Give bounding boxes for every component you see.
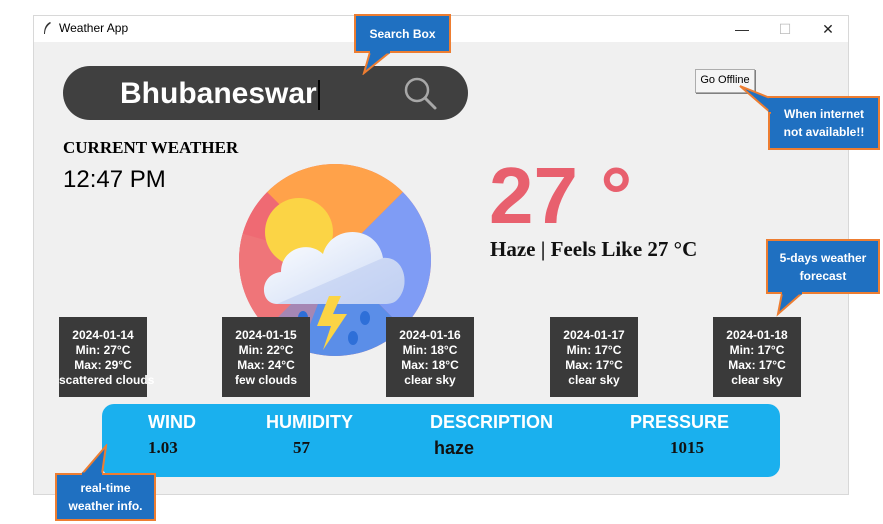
window-title: Weather App bbox=[59, 21, 129, 35]
feather-icon bbox=[44, 22, 51, 34]
description-value: haze bbox=[434, 438, 475, 458]
weather-info-bar: WIND 1.03 HUMIDITY 57 DESCRIPTION haze P… bbox=[102, 404, 780, 477]
callout-text: real-time bbox=[80, 481, 131, 495]
condition-text: Haze | Feels Like 27 °C bbox=[490, 237, 698, 261]
forecast-max: Max: 29°C bbox=[74, 358, 132, 372]
forecast-date: 2024-01-14 bbox=[72, 328, 134, 342]
forecast-date: 2024-01-16 bbox=[399, 328, 461, 342]
description-label: DESCRIPTION bbox=[430, 412, 554, 432]
forecast-card: 2024-01-17 Min: 17°C Max: 17°C clear sky bbox=[550, 317, 638, 397]
forecast-description: few clouds bbox=[234, 373, 297, 387]
forecast-date: 2024-01-18 bbox=[726, 328, 788, 342]
callout-text: forecast bbox=[799, 268, 847, 283]
callout-pointer bbox=[362, 51, 393, 75]
callout-realtime: real-time weather info. bbox=[55, 473, 156, 521]
forecast-card: 2024-01-18 Min: 17°C Max: 17°C clear sky bbox=[713, 317, 801, 397]
close-button[interactable]: ✕ bbox=[808, 17, 848, 41]
minimize-button[interactable]: — bbox=[722, 17, 762, 41]
callout-offline: When internet not available!! bbox=[768, 96, 880, 150]
forecast-min: Min: 22°C bbox=[238, 343, 294, 357]
forecast-min: Min: 18°C bbox=[402, 343, 458, 357]
app-window: Weather App — ☐ ✕ Bhubaneswar Go Offline… bbox=[33, 15, 849, 495]
forecast-card: 2024-01-16 Min: 18°C Max: 18°C clear sky bbox=[386, 317, 474, 397]
forecast-min: Min: 27°C bbox=[75, 343, 131, 357]
forecast-min: Min: 17°C bbox=[729, 343, 785, 357]
forecast-description: clear sky bbox=[404, 373, 456, 387]
callout-text: Search Box bbox=[369, 26, 436, 41]
callout-text: weather info. bbox=[68, 499, 143, 513]
callout-text: 5-days weather bbox=[779, 250, 867, 265]
current-time: 12:47 PM bbox=[63, 166, 166, 193]
current-weather-heading: CURRENT WEATHER bbox=[63, 138, 239, 157]
pressure-label: PRESSURE bbox=[630, 412, 730, 432]
forecast-max: Max: 17°C bbox=[565, 358, 623, 372]
forecast-max: Max: 17°C bbox=[728, 358, 786, 372]
wind-value: 1.03 bbox=[148, 438, 178, 457]
forecast-description: scattered clouds bbox=[59, 373, 155, 387]
forecast-card: 2024-01-15 Min: 22°C Max: 24°C few cloud… bbox=[222, 317, 310, 397]
text-caret bbox=[317, 80, 320, 111]
callout-search-box: Search Box bbox=[354, 14, 451, 53]
callout-forecast: 5-days weather forecast bbox=[766, 239, 880, 294]
callout-pointer bbox=[776, 292, 805, 317]
search-input[interactable]: Bhubaneswar bbox=[120, 77, 320, 111]
forecast-date: 2024-01-15 bbox=[235, 328, 297, 342]
forecast-card: 2024-01-14 Min: 27°C Max: 29°C scattered… bbox=[59, 317, 155, 397]
search-bar: Bhubaneswar bbox=[63, 66, 468, 120]
forecast-description: clear sky bbox=[568, 373, 620, 387]
callout-text: When internet bbox=[784, 107, 864, 121]
pressure-value: 1015 bbox=[670, 438, 704, 457]
forecast-date: 2024-01-17 bbox=[563, 328, 625, 342]
callout-pointer bbox=[79, 444, 108, 475]
forecast-min: Min: 17°C bbox=[566, 343, 622, 357]
forecast-max: Max: 24°C bbox=[237, 358, 295, 372]
humidity-value: 57 bbox=[293, 438, 310, 457]
search-icon[interactable] bbox=[402, 75, 440, 113]
humidity-label: HUMIDITY bbox=[266, 412, 353, 432]
callout-text: not available!! bbox=[783, 125, 865, 139]
search-input-value: Bhubaneswar bbox=[120, 77, 317, 110]
forecast-max: Max: 18°C bbox=[401, 358, 459, 372]
callout-pointer bbox=[739, 85, 772, 114]
forecast-description: clear sky bbox=[731, 373, 783, 387]
temperature-value: 27 ° bbox=[489, 151, 633, 240]
maximize-button[interactable]: ☐ bbox=[765, 17, 805, 41]
wind-label: WIND bbox=[148, 412, 196, 432]
